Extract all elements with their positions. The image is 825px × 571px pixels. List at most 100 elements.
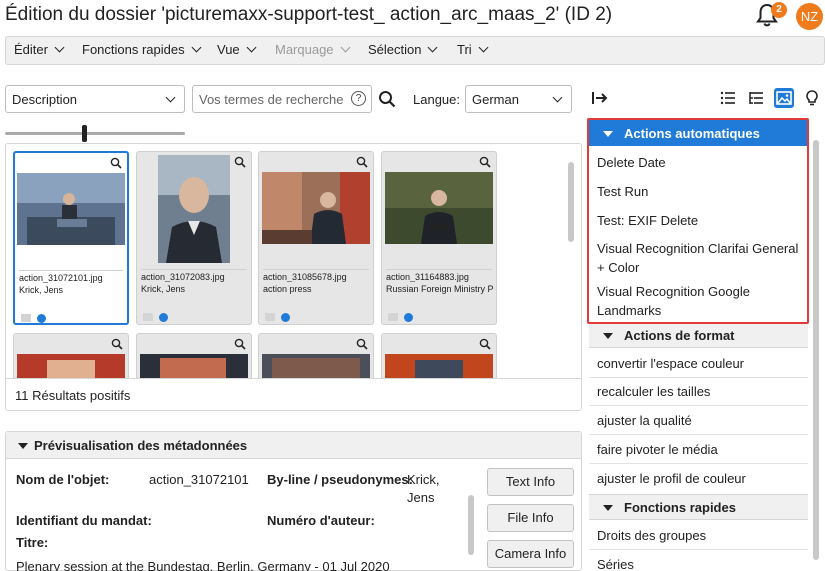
camera-info-button[interactable]: Camera Info <box>487 540 574 568</box>
card-square-marker[interactable] <box>265 313 275 321</box>
search-input[interactable]: Vos termes de recherche ? <box>192 85 372 113</box>
title-label: Titre: <box>16 535 49 550</box>
list-divider <box>589 434 808 435</box>
action-item[interactable]: Test Run <box>597 182 802 201</box>
zoom-icon[interactable] <box>356 338 368 350</box>
list-divider <box>589 405 808 406</box>
zoom-icon[interactable] <box>234 338 246 350</box>
list-divider <box>589 377 808 378</box>
card-status-dot <box>281 313 290 322</box>
author-number-label: Numéro d'auteur: <box>267 513 375 528</box>
collapse-panel-icon[interactable] <box>590 88 610 108</box>
text-info-button[interactable]: Text Info <box>487 468 574 496</box>
chevron-down-icon <box>191 42 202 53</box>
title-value: Plenary session at the Bundestag, Berlin… <box>16 559 390 571</box>
zoom-icon[interactable] <box>479 156 491 168</box>
action-item[interactable]: ajuster le profil de couleur <box>597 469 802 488</box>
actions-panel-scrollbar[interactable] <box>813 140 819 560</box>
section-label: Actions automatiques <box>624 126 760 141</box>
photo-thumbnail <box>385 172 493 244</box>
result-card[interactable]: action_31085678.jpg action press <box>258 151 374 325</box>
tree-view-icon[interactable] <box>746 88 766 108</box>
card-filename: action_31085678.jpg <box>263 272 347 282</box>
zoom-icon[interactable] <box>234 156 246 168</box>
menu-edit-label: Éditer <box>14 42 48 57</box>
card-divider <box>263 269 369 270</box>
photo-thumbnail <box>262 172 370 244</box>
menu-quick-functions[interactable]: Fonctions rapides <box>82 42 202 57</box>
list-view-icon[interactable] <box>718 88 738 108</box>
card-square-marker[interactable] <box>143 313 153 321</box>
search-icon[interactable] <box>378 90 396 108</box>
metadata-preview-panel: Prévisualisation des métadonnées Nom de … <box>5 431 582 571</box>
question-circle-icon[interactable]: ? <box>351 91 366 106</box>
menu-edit[interactable]: Éditer <box>14 42 65 57</box>
card-square-marker[interactable] <box>21 314 31 322</box>
photo-thumbnail <box>158 155 230 263</box>
results-panel: action_31072101.jpg Krick, Jens action_3… <box>5 143 582 411</box>
card-square-marker[interactable] <box>388 313 398 321</box>
card-filename: action_31164883.jpg <box>386 272 469 282</box>
zoom-icon[interactable] <box>111 338 123 350</box>
thumbnail-size-slider[interactable] <box>5 132 185 135</box>
card-divider <box>141 269 247 270</box>
action-item[interactable]: Test: EXIF Delete <box>597 211 802 230</box>
file-info-button[interactable]: File Info <box>487 504 574 532</box>
mandate-id-label: Identifiant du mandat: <box>16 513 152 528</box>
lightbulb-icon[interactable] <box>802 88 822 108</box>
caret-down-icon <box>603 505 613 511</box>
zoom-icon[interactable] <box>110 157 122 169</box>
action-item[interactable]: faire pivoter le média <box>597 440 802 459</box>
results-footer: 11 Résultats positifs <box>6 378 581 410</box>
chevron-down-icon <box>340 42 350 53</box>
card-author: Russian Foreign Ministry P <box>386 284 494 294</box>
menu-marking-label: Marquage <box>275 42 334 57</box>
card-author: action press <box>263 284 312 294</box>
menu-sort[interactable]: Tri <box>457 42 489 57</box>
action-item[interactable]: recalculer les tailles <box>597 382 802 401</box>
chevron-down-icon <box>478 42 489 53</box>
caret-down-icon <box>603 131 613 137</box>
action-item[interactable]: Droits des groupes <box>597 526 802 545</box>
language-select[interactable]: German <box>465 85 572 113</box>
section-label: Actions de format <box>624 328 735 343</box>
metadata-preview-header[interactable]: Prévisualisation des métadonnées <box>6 432 581 459</box>
section-label: Fonctions rapides <box>624 500 736 515</box>
section-quick-functions[interactable]: Fonctions rapides <box>589 494 808 520</box>
user-avatar[interactable]: NZ <box>796 3 823 30</box>
menu-quick-functions-label: Fonctions rapides <box>82 42 185 57</box>
section-automatic-actions[interactable]: Actions automatiques <box>589 120 808 146</box>
actions-panel: Actions automatiques Delete Date Test Ru… <box>589 120 810 571</box>
menu-selection[interactable]: Sélection <box>368 42 438 57</box>
chevron-down-icon <box>246 42 257 53</box>
image-view-icon[interactable] <box>774 88 794 108</box>
result-card[interactable]: action_31164883.jpg Russian Foreign Mini… <box>381 151 497 325</box>
card-author: Krick, Jens <box>141 284 186 294</box>
byline-value: Jens <box>407 490 435 505</box>
card-status-dot <box>404 313 413 322</box>
search-field-select-value: Description <box>12 92 78 107</box>
title-bar: Édition du dossier 'picturemaxx-support-… <box>0 0 825 34</box>
result-card[interactable]: action_31072083.jpg Krick, Jens <box>136 151 252 325</box>
menu-view[interactable]: Vue <box>217 42 257 57</box>
action-item[interactable]: Visual Recognition Clarifai General + Co… <box>597 239 802 277</box>
slider-handle[interactable] <box>82 125 87 142</box>
search-field-select[interactable]: Description <box>5 85 185 113</box>
section-format-actions[interactable]: Actions de format <box>589 322 808 348</box>
metadata-scrollbar[interactable] <box>468 495 474 555</box>
card-filename: action_31072083.jpg <box>141 272 225 282</box>
action-item[interactable]: Visual Recognition Google Landmarks <box>597 282 802 320</box>
result-card[interactable]: action_31072101.jpg Krick, Jens <box>13 151 129 325</box>
zoom-icon[interactable] <box>479 338 491 350</box>
card-author: Krick, Jens <box>19 285 64 295</box>
chevron-down-icon <box>428 42 438 53</box>
action-item[interactable]: Séries <box>597 555 802 571</box>
action-item[interactable]: Delete Date <box>597 153 802 172</box>
metadata-preview-title: Prévisualisation des métadonnées <box>34 438 248 453</box>
zoom-icon[interactable] <box>356 156 368 168</box>
chevron-down-icon <box>165 92 176 103</box>
action-item[interactable]: convertir l'espace couleur <box>597 354 802 373</box>
results-scrollbar[interactable] <box>568 162 574 242</box>
photo-thumbnail <box>17 173 125 245</box>
action-item[interactable]: ajuster la qualité <box>597 411 802 430</box>
